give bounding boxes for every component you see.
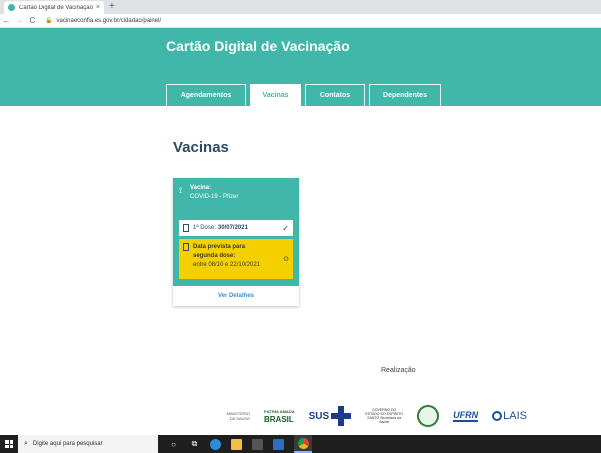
lais-text: LAIS [503,410,528,422]
vaccine-label: Vacina: [189,185,211,191]
file-explorer-icon[interactable] [231,438,242,450]
forward-button[interactable]: → [13,16,26,25]
search-icon: ⌕ [24,440,28,447]
ministerio-saude-logo: MINISTÉRIO DA SAÚDE [226,411,250,421]
tab-vacinas[interactable]: Vacinas [250,84,301,106]
address-bar[interactable]: 🔒 vacinaeconfia.es.gov.br/cidadao/painel… [45,15,225,26]
syringe-icon: ⟟ [179,186,182,195]
next-dose-label-line1: Data prevista para [193,244,246,250]
new-tab-button[interactable]: + [109,1,115,13]
url-text: vacinaeconfia.es.gov.br/cidadao/painel/ [56,17,162,24]
page-header: Cartão Digital de Vacinação Agendamentos… [0,28,601,106]
state-emblem-icon [417,405,440,427]
sus-text: SUS [308,410,330,422]
vaccine-card-header: ⟟ Vacina: COVID-19 - Pfizer [179,184,238,202]
close-tab-icon[interactable]: × [96,4,100,11]
reload-button[interactable]: C [26,16,39,25]
tab-contatos[interactable]: Contatos [305,84,365,106]
cross-icon [331,406,352,426]
check-icon: ✓ [282,223,289,233]
next-dose-label-line2: segunda dose: [193,253,236,259]
browser-tab[interactable]: Cartão Digital de Vacinação - Va × [4,1,104,14]
details-link[interactable]: Ver Detalhes [173,286,299,306]
vaccine-name: COVID-19 - Pfizer [189,194,239,200]
back-button[interactable]: ← [0,16,13,25]
taskbar-apps: ○ ⧉ [168,435,312,453]
tab-dependentes[interactable]: Dependentes [369,84,441,106]
chrome-taskbar-button[interactable] [294,435,312,453]
store-icon[interactable] [252,438,263,450]
main-nav-tabs: Agendamentos Vacinas Contatos Dependente… [166,84,441,106]
brasil-text: BRASIL [264,415,294,424]
realizacao-label: Realização [381,367,416,374]
taskbar-search-placeholder: Digite aqui para pesquisar [32,441,103,447]
task-view-icon[interactable]: ○ [168,439,179,450]
vaccine-card: ⟟ Vacina: COVID-19 - Pfizer 1ª Dose: 30/… [173,178,299,306]
browser-tabstrip: Cartão Digital de Vacinação - Va × + [0,0,601,14]
sus-logo: SUS [309,406,352,426]
second-dose-row: Data prevista para segunda dose: entre 0… [179,239,293,279]
document-icon [183,243,189,251]
favicon-icon [8,4,15,11]
ufrn-logo: UFRN [453,410,479,422]
lock-icon: 🔒 [45,18,53,24]
taskbar: ⌕ Digite aqui para pesquisar ○ ⧉ [0,435,601,453]
app-title: Cartão Digital de Vacinação [166,38,350,54]
browser-toolbar: ← → C 🔒 vacinaeconfia.es.gov.br/cidadao/… [0,14,601,28]
windows-start-button[interactable] [0,435,18,453]
lais-icon [492,411,503,421]
taskbar-search[interactable]: ⌕ Digite aqui para pesquisar [18,435,158,453]
windows-icon [5,440,13,448]
document-icon [183,224,189,232]
lais-logo: LAIS [492,410,527,422]
tab-agendamentos[interactable]: Agendamentos [166,84,246,106]
next-dose-range: entre 08/10 e 22/10/2021 [193,262,261,268]
dose-date: 30/07/2021 [217,225,248,231]
page-title: Vacinas [173,139,229,156]
mail-icon[interactable] [273,438,284,450]
tab-title: Cartão Digital de Vacinação - Va [19,4,93,11]
clock-icon: ⊙ [283,256,289,263]
first-dose-row: 1ª Dose: 30/07/2021 ✓ [179,220,293,236]
brasil-logo: PÁTRIA AMADA BRASIL [264,408,295,424]
partner-logos: MINISTÉRIO DA SAÚDE PÁTRIA AMADA BRASIL … [226,405,527,427]
governo-es-logo: GOVERNO DO ESTADO DO ESPÍRITO SANTO Secr… [365,408,403,424]
task-view-icon[interactable]: ⧉ [189,439,200,450]
edge-icon[interactable] [210,438,221,450]
chrome-icon [297,437,309,449]
dose-label: 1ª Dose: [193,225,216,231]
